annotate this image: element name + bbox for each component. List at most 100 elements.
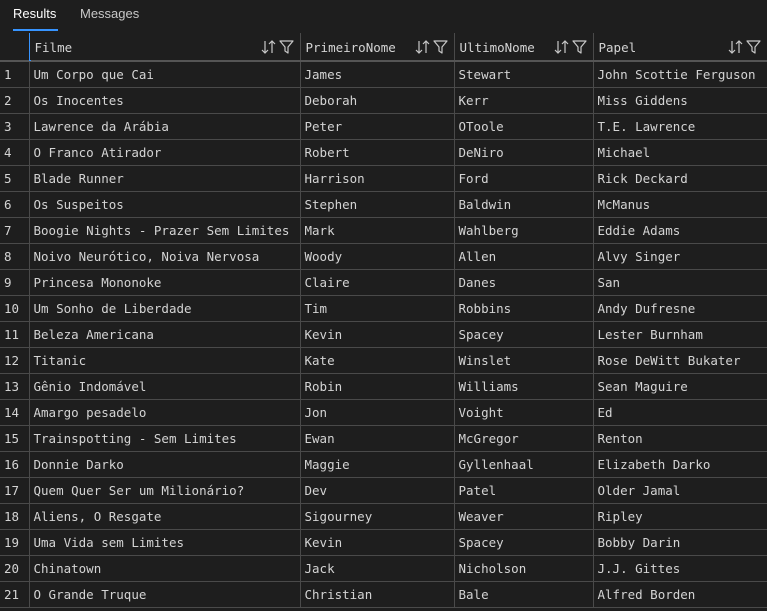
table-cell[interactable]: Robin	[300, 373, 455, 400]
table-cell[interactable]: Weaver	[454, 503, 594, 530]
table-cell[interactable]: Baldwin	[454, 191, 594, 218]
table-cell[interactable]: Renton	[593, 425, 767, 452]
row-number-cell[interactable]: 6	[0, 191, 30, 218]
table-row[interactable]: 15 Trainspotting - Sem Limites Ewan McGrego…	[0, 425, 767, 452]
row-number-cell[interactable]: 2	[0, 87, 30, 114]
table-row[interactable]: 19 Uma Vida sem Limites Kevin Spacey Bobby D…	[0, 529, 767, 556]
table-cell[interactable]: Bobby Darin	[593, 529, 767, 556]
table-cell[interactable]: Lester Burnham	[593, 321, 767, 348]
table-cell[interactable]: Kevin	[300, 529, 455, 556]
table-cell[interactable]: DeNiro	[454, 139, 594, 166]
row-number-cell[interactable]: 11	[0, 321, 30, 348]
row-number-cell[interactable]: 7	[0, 217, 30, 244]
table-cell[interactable]: Jack	[300, 555, 455, 582]
table-cell[interactable]: Jon	[300, 399, 455, 426]
table-row[interactable]: 8 Noivo Neurótico, Noiva Nervosa Woody Alle…	[0, 243, 767, 270]
table-cell[interactable]: Robbins	[454, 295, 594, 322]
row-number-cell[interactable]: 14	[0, 399, 30, 426]
table-row[interactable]: 9 Princesa Mononoke Claire Danes San	[0, 269, 767, 296]
table-row[interactable]: 4O Franco Atirador Robert DeNiro Michael	[0, 139, 767, 166]
table-cell[interactable]: Os Inocentes	[29, 87, 301, 114]
table-row[interactable]: 14 Amargo pesadelo Jon Voight Ed	[0, 399, 767, 426]
table-cell[interactable]: Trainspotting - Sem Limites	[29, 425, 301, 452]
table-cell[interactable]: Ed	[593, 399, 767, 426]
table-cell[interactable]: Claire	[300, 269, 455, 296]
row-number-cell[interactable]: 1	[0, 61, 30, 88]
table-cell[interactable]: Ripley	[593, 503, 767, 530]
table-cell[interactable]: Ford	[454, 165, 594, 192]
table-cell[interactable]: Patel	[454, 477, 594, 504]
table-cell[interactable]: Williams	[454, 373, 594, 400]
table-cell[interactable]: Aliens, O Resgate	[29, 503, 301, 530]
table-cell[interactable]: Stephen	[300, 191, 455, 218]
sort-icon[interactable]	[261, 40, 276, 54]
row-number-cell[interactable]: 15	[0, 425, 30, 452]
table-cell[interactable]: Winslet	[454, 347, 594, 374]
filter-icon[interactable]	[745, 40, 761, 54]
row-number-cell[interactable]: 17	[0, 477, 30, 504]
table-cell[interactable]: Deborah	[300, 87, 455, 114]
table-cell[interactable]: Spacey	[454, 321, 594, 348]
table-cell[interactable]: Lawrence da Arábia	[29, 113, 301, 140]
table-cell[interactable]: Amargo pesadelo	[29, 399, 301, 426]
table-cell[interactable]: Kevin	[300, 321, 455, 348]
table-cell[interactable]: Allen	[454, 243, 594, 270]
table-cell[interactable]: Nicholson	[454, 555, 594, 582]
table-cell[interactable]: Princesa Mononoke	[29, 269, 301, 296]
table-cell[interactable]: Sigourney	[300, 503, 455, 530]
table-cell[interactable]: Alfred Borden	[593, 581, 767, 608]
table-row[interactable]: 3 Lawrence da Arábia Peter OToole T.E. Lawre…	[0, 113, 767, 140]
table-cell[interactable]: T.E. Lawrence	[593, 113, 767, 140]
row-number-cell[interactable]: 19	[0, 529, 30, 556]
table-cell[interactable]: McManus	[593, 191, 767, 218]
table-cell[interactable]: Elizabeth Darko	[593, 451, 767, 478]
table-cell[interactable]: Stewart	[454, 61, 594, 88]
table-cell[interactable]: Danes	[454, 269, 594, 296]
table-cell[interactable]: OToole	[454, 113, 594, 140]
table-cell[interactable]: Older Jamal	[593, 477, 767, 504]
table-cell[interactable]: San	[593, 269, 767, 296]
column-header[interactable]: Filme	[29, 33, 301, 62]
table-cell[interactable]: Alvy Singer	[593, 243, 767, 270]
table-cell[interactable]: Harrison	[300, 165, 455, 192]
table-row[interactable]: 16 Donnie Darko Maggie Gyllenhaal Elizabeth …	[0, 451, 767, 478]
table-cell[interactable]: Christian	[300, 581, 455, 608]
filter-icon[interactable]	[278, 40, 294, 54]
table-row[interactable]: 21 O Grande Truque Christian Bale Alfred Bor…	[0, 581, 767, 608]
table-cell[interactable]: Os Suspeitos	[29, 191, 301, 218]
table-row[interactable]: 18 Aliens, O Resgate Sigourney Weaver Ripley	[0, 503, 767, 530]
table-cell[interactable]: Woody	[300, 243, 455, 270]
table-cell[interactable]: Maggie	[300, 451, 455, 478]
table-cell[interactable]: Rick Deckard	[593, 165, 767, 192]
table-cell[interactable]: Kerr	[454, 87, 594, 114]
table-cell[interactable]: Peter	[300, 113, 455, 140]
table-cell[interactable]: Beleza Americana	[29, 321, 301, 348]
tab-results[interactable]: Results	[13, 0, 58, 31]
table-cell[interactable]: Michael	[593, 139, 767, 166]
table-cell[interactable]: Blade Runner	[29, 165, 301, 192]
row-number-cell[interactable]: 13	[0, 373, 30, 400]
row-number-cell[interactable]: 3	[0, 113, 30, 140]
table-row[interactable]: 17 Quem Quer Ser um Milionário? Dev Patel Ol…	[0, 477, 767, 504]
table-cell[interactable]: Robert	[300, 139, 455, 166]
table-cell[interactable]: Bale	[454, 581, 594, 608]
table-cell[interactable]: James	[300, 61, 455, 88]
table-cell[interactable]: Noivo Neurótico, Noiva Nervosa	[29, 243, 301, 270]
table-cell[interactable]: Rose DeWitt Bukater	[593, 347, 767, 374]
table-cell[interactable]: Ewan	[300, 425, 455, 452]
table-cell[interactable]: Wahlberg	[454, 217, 594, 244]
table-cell[interactable]: John Scottie Ferguson	[593, 61, 767, 88]
table-cell[interactable]: Voight	[454, 399, 594, 426]
table-cell[interactable]: Boogie Nights - Prazer Sem Limites	[29, 217, 301, 244]
table-row[interactable]: 20 Chinatown Jack Nicholson J.J. Gittes	[0, 555, 767, 582]
row-number-cell[interactable]: 12	[0, 347, 30, 374]
table-row[interactable]: 10 Um Sonho de Liberdade Tim Robbins Andy Du…	[0, 295, 767, 322]
table-cell[interactable]: Sean Maguire	[593, 373, 767, 400]
table-cell[interactable]: Donnie Darko	[29, 451, 301, 478]
row-number-cell[interactable]: 10	[0, 295, 30, 322]
table-row[interactable]: 11 Beleza Americana Kevin Spacey Lester Burn…	[0, 321, 767, 348]
table-cell[interactable]: O Grande Truque	[29, 581, 301, 608]
row-number-cell[interactable]: 5	[0, 165, 30, 192]
column-header[interactable]: UltimoNome	[454, 33, 594, 62]
table-cell[interactable]: Kate	[300, 347, 455, 374]
